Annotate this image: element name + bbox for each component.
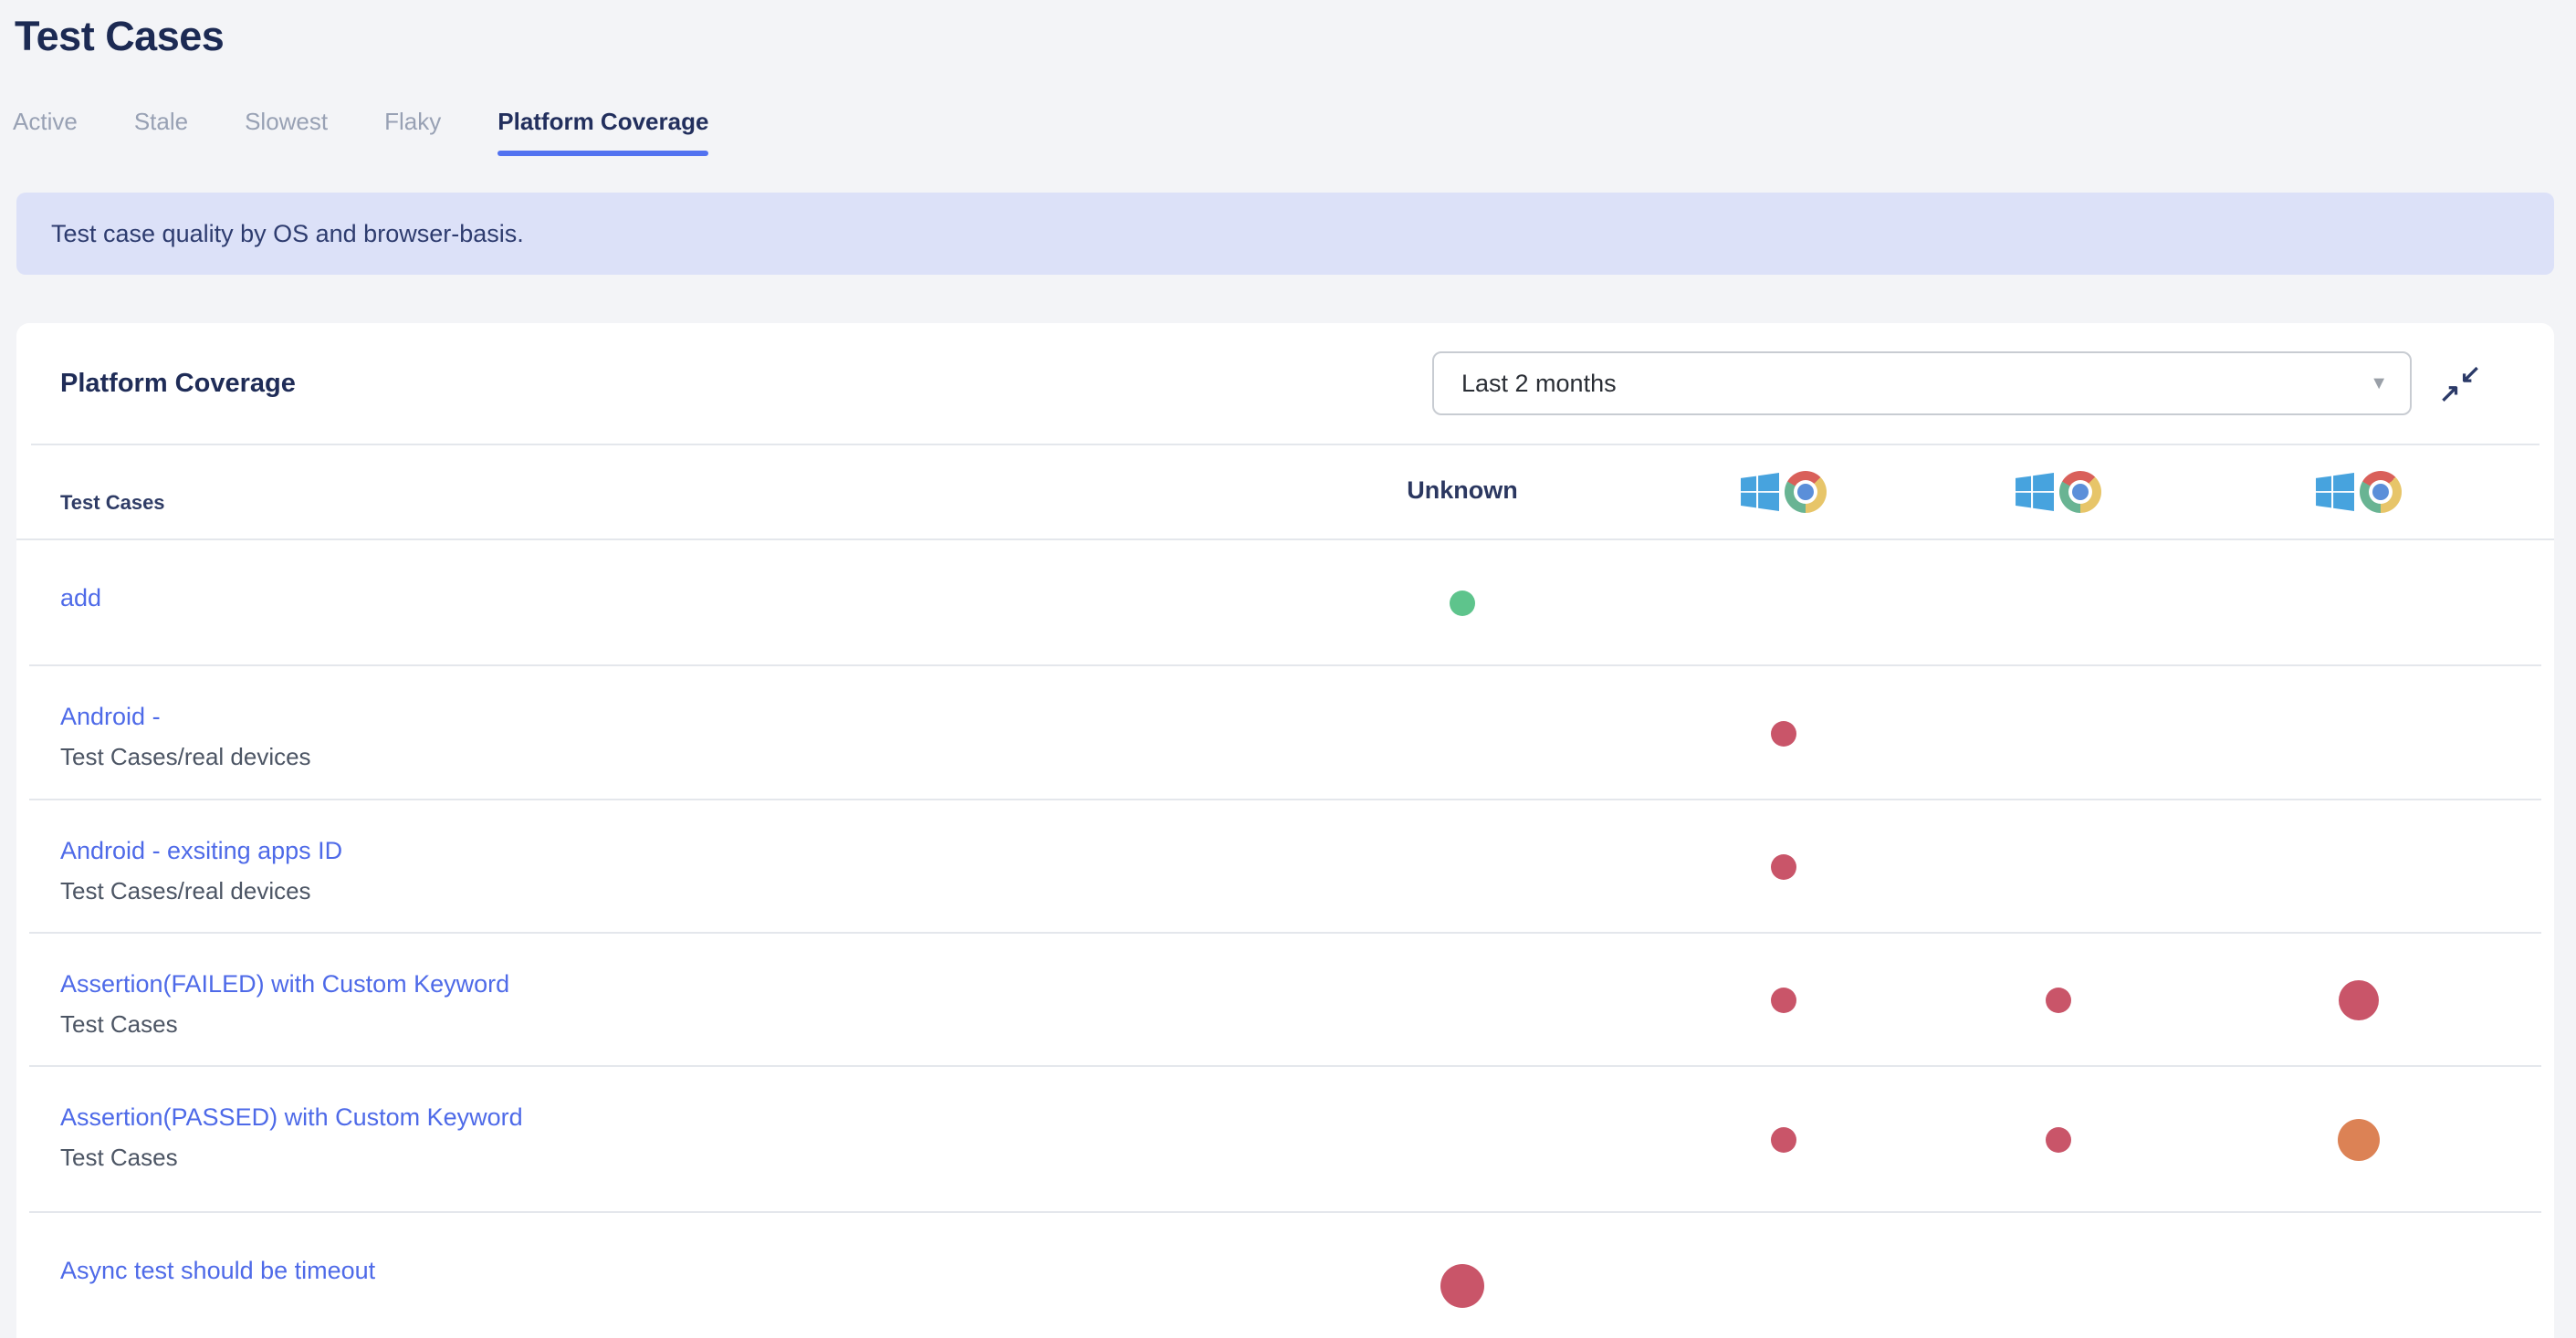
chevron-down-icon: ▼ [2370,372,2388,393]
test-case-subtitle: Test Cases [60,1010,178,1038]
coverage-dot-red[interactable] [2046,988,2071,1013]
info-banner-text: Test case quality by OS and browser-basi… [51,219,524,247]
tab-platform-coverage[interactable]: Platform Coverage [497,108,709,156]
coverage-dot-green[interactable] [1450,591,1475,616]
test-case-row: add [16,540,2554,666]
arrow-down-left-icon: ↙ [2459,360,2481,388]
panel-header: Platform Coverage Last 2 months ▼ ↙ ↗ [16,323,2554,444]
chrome-icon [1785,471,1827,513]
coverage-dot-red[interactable] [1771,854,1796,880]
test-case-link[interactable]: Assertion(FAILED) with Custom Keyword [60,968,509,999]
column-header-platform [1741,471,1827,513]
test-case-link[interactable]: Android - [60,701,161,732]
chrome-icon [2059,471,2101,513]
coverage-dot-red[interactable] [1440,1264,1484,1308]
test-case-link[interactable]: Android - exsiting apps ID [60,835,342,866]
table-header-row: Test Cases Unknown [16,445,2554,538]
coverage-dot-red[interactable] [1771,720,1796,747]
tab-slowest[interactable]: Slowest [245,108,328,156]
coverage-dot-red[interactable] [2339,980,2379,1020]
page-title: Test Cases [15,13,225,59]
test-case-link[interactable]: Assertion(PASSED) with Custom Keyword [60,1102,523,1133]
windows-icon [1741,473,1779,511]
test-case-row: Async test should be timeout [16,1213,2554,1338]
coverage-dot-red[interactable] [2046,1127,2071,1153]
chrome-icon [2360,471,2402,513]
test-case-subtitle: Test Cases/real devices [60,877,311,904]
panel-title: Platform Coverage [60,368,296,398]
test-case-row: Assertion(FAILED) with Custom Keyword Te… [16,934,2554,1067]
test-cases-column-header: Test Cases [60,491,165,514]
test-case-link[interactable]: Async test should be timeout [60,1255,375,1286]
test-case-subtitle: Test Cases/real devices [60,743,311,770]
coverage-dot-red[interactable] [1771,988,1796,1013]
collapse-icon[interactable]: ↙ ↗ [2439,360,2481,407]
time-range-value: Last 2 months [1461,369,1617,397]
table-body: add Android - Test Cases/real devices An… [16,540,2554,1338]
time-range-select[interactable]: Last 2 months ▼ [1432,351,2412,415]
tab-stale[interactable]: Stale [134,108,188,156]
coverage-dot-orange[interactable] [2338,1119,2380,1161]
windows-icon [2016,473,2054,511]
platform-coverage-panel: Platform Coverage Last 2 months ▼ ↙ ↗ Te… [16,323,2554,1338]
arrow-up-right-icon: ↗ [2439,379,2461,407]
tab-flaky[interactable]: Flaky [384,108,441,156]
coverage-dot-red[interactable] [1771,1127,1796,1153]
test-case-link[interactable]: add [60,582,101,613]
info-banner: Test case quality by OS and browser-basi… [16,193,2554,275]
windows-icon [2316,473,2354,511]
test-case-row: Android - exsiting apps ID Test Cases/re… [16,800,2554,934]
column-header-unknown: Unknown [1407,476,1518,504]
column-header-platform [2016,471,2101,513]
tab-bar: Active Stale Slowest Flaky Platform Coverage [0,108,2576,156]
test-case-subtitle: Test Cases [60,1144,178,1171]
test-case-row: Assertion(PASSED) with Custom Keyword Te… [16,1067,2554,1213]
page: Test Cases Active Stale Slowest Flaky Platfo… [0,13,2576,1338]
column-header-platform [2316,471,2402,513]
panel-controls: Last 2 months ▼ ↙ ↗ [1432,351,2481,415]
test-case-row: Android - Test Cases/real devices [16,666,2554,800]
tab-active[interactable]: Active [13,108,78,156]
